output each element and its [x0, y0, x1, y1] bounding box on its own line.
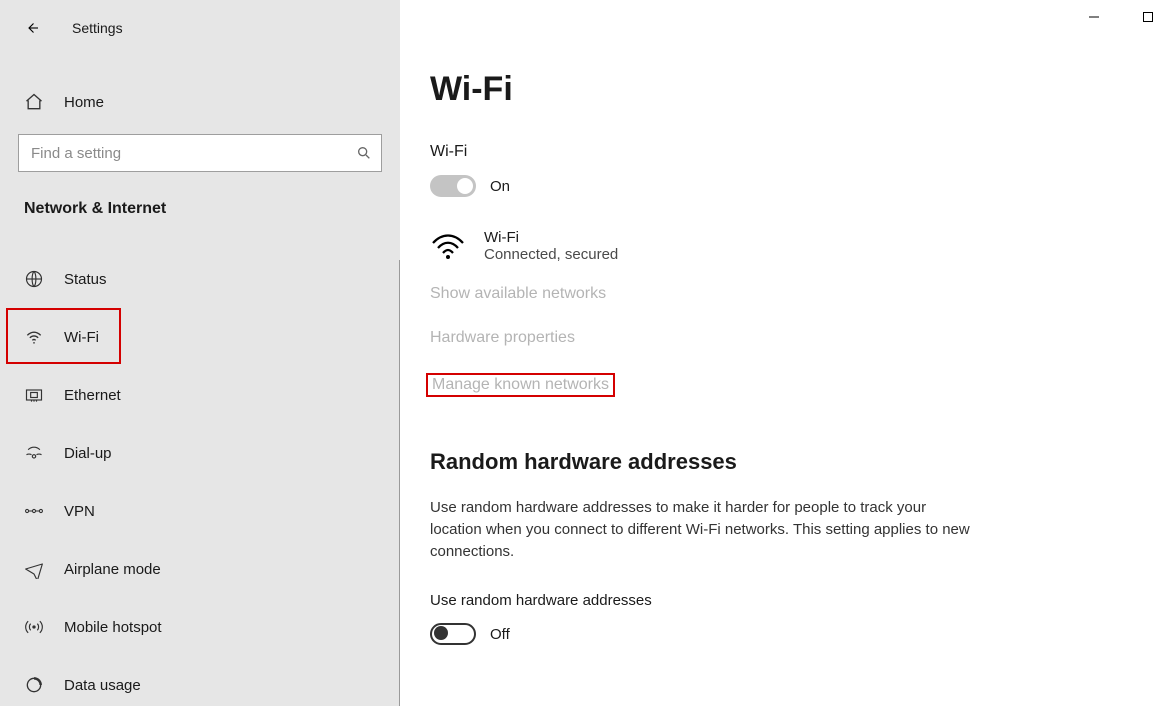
sidebar-item-label: Status: [64, 271, 107, 288]
random-addresses-toggle-label: Use random hardware addresses: [430, 592, 1165, 609]
wifi-icon: [24, 327, 44, 347]
maximize-button[interactable]: [1141, 10, 1155, 24]
window-controls: [1087, 10, 1165, 24]
random-addresses-toggle[interactable]: [430, 623, 476, 645]
sidebar-item-label: VPN: [64, 503, 95, 520]
sidebar-item-hotspot[interactable]: Mobile hotspot: [0, 598, 400, 656]
sidebar-item-label: Dial-up: [64, 445, 112, 462]
back-arrow-icon: [23, 19, 41, 37]
sidebar-item-status[interactable]: Status: [0, 250, 400, 308]
sidebar-item-label: Data usage: [64, 677, 141, 694]
wifi-toggle-state: On: [490, 178, 510, 195]
vpn-icon: [24, 501, 44, 521]
page-title: Wi-Fi: [430, 70, 1165, 109]
sidebar-item-airplane[interactable]: Airplane mode: [0, 540, 400, 598]
sidebar-category-heading: Network & Internet: [0, 172, 400, 228]
back-button[interactable]: [20, 16, 44, 40]
airplane-icon: [24, 559, 44, 579]
sidebar-item-dialup[interactable]: Dial-up: [0, 424, 400, 482]
wifi-toggle-row: On: [430, 175, 1165, 197]
random-addresses-heading: Random hardware addresses: [430, 449, 1165, 475]
settings-sidebar: Settings Home Network & Internet Status …: [0, 0, 400, 706]
hotspot-icon: [24, 617, 44, 637]
link-manage-known-networks[interactable]: Manage known networks: [426, 373, 615, 397]
search-container: [18, 134, 382, 172]
link-hardware-properties[interactable]: Hardware properties: [430, 329, 575, 347]
wifi-connection-status[interactable]: Wi-Fi Connected, secured: [430, 229, 1165, 263]
sidebar-item-label: Mobile hotspot: [64, 619, 162, 636]
sidebar-item-wifi[interactable]: Wi-Fi: [0, 308, 400, 366]
titlebar: Settings: [0, 10, 400, 46]
sidebar-item-vpn[interactable]: VPN: [0, 482, 400, 540]
minimize-icon: [1088, 11, 1100, 23]
sidebar-home[interactable]: Home: [0, 80, 400, 124]
sidebar-item-datausage[interactable]: Data usage: [0, 656, 400, 714]
random-addresses-description: Use random hardware addresses to make it…: [430, 497, 980, 562]
sidebar-item-label: Wi-Fi: [64, 329, 99, 346]
sidebar-nav: Status Wi-Fi Ethernet Dial-up VPN: [0, 250, 400, 714]
random-addresses-toggle-row: Off: [430, 623, 1165, 645]
search-icon: [356, 145, 372, 161]
dialup-icon: [24, 443, 44, 463]
sidebar-item-label: Ethernet: [64, 387, 121, 404]
link-show-available-networks[interactable]: Show available networks: [430, 285, 606, 303]
minimize-button[interactable]: [1087, 10, 1101, 24]
wifi-toggle[interactable]: [430, 175, 476, 197]
window-title: Settings: [72, 20, 123, 36]
sidebar-item-label: Airplane mode: [64, 561, 161, 578]
connection-name: Wi-Fi: [484, 229, 618, 246]
ethernet-icon: [24, 385, 44, 405]
random-addresses-toggle-state: Off: [490, 626, 510, 643]
maximize-icon: [1142, 11, 1154, 23]
wifi-signal-icon: [430, 231, 466, 261]
wifi-section-label: Wi-Fi: [430, 143, 1165, 161]
main-pane: Wi-Fi Wi-Fi On Wi-Fi Connected, secured …: [400, 0, 1165, 706]
connection-status: Connected, secured: [484, 246, 618, 263]
wifi-links: Show available networks Hardware propert…: [430, 285, 1165, 397]
data-usage-icon: [24, 675, 44, 695]
search-input[interactable]: [18, 134, 382, 172]
globe-icon: [24, 269, 44, 289]
sidebar-item-ethernet[interactable]: Ethernet: [0, 366, 400, 424]
sidebar-home-label: Home: [64, 94, 104, 111]
home-icon: [24, 92, 44, 112]
